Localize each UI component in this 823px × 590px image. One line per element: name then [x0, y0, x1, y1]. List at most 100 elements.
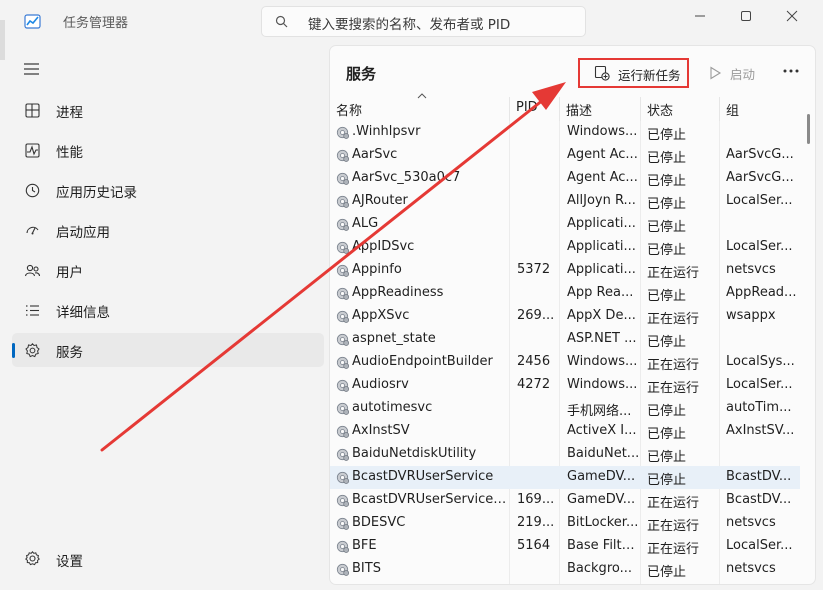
service-group: [719, 443, 800, 466]
service-name: AarSvc: [330, 144, 510, 167]
table-row[interactable]: BDESVC 219... BitLocker... 正在运行 netsvcs: [330, 512, 800, 535]
table-row[interactable]: AppReadiness App Rea... 已停止 AppRead...: [330, 282, 800, 305]
service-name: aspnet_state: [330, 328, 510, 351]
sidebar-item-label: 用户: [56, 265, 83, 281]
column-header-description[interactable]: 描述: [560, 97, 641, 121]
sidebar-item-label: 详细信息: [56, 305, 110, 321]
column-header-status[interactable]: 状态: [641, 97, 720, 121]
sidebar-item-processes[interactable]: 进程: [12, 93, 324, 127]
sidebar-item-app-history[interactable]: 应用历史记录: [12, 173, 324, 207]
table-row[interactable]: AarSvc Agent Ac... 已停止 AarSvcG...: [330, 144, 800, 167]
table-row[interactable]: BcastDVRUserService_... 169... GameDV...…: [330, 489, 800, 512]
service-gear-icon: [336, 540, 350, 553]
sidebar-item-label: 性能: [56, 145, 83, 161]
more-options-button[interactable]: [780, 60, 802, 82]
hamburger-menu-button[interactable]: [22, 60, 42, 78]
service-description: Applicati...: [567, 216, 636, 231]
sidebar-item-label: 进程: [56, 105, 83, 121]
service-pid: [510, 420, 560, 443]
minimize-button[interactable]: [677, 2, 723, 30]
run-new-task-label: 运行新任务: [618, 68, 681, 83]
service-pid: [510, 213, 560, 236]
startup-apps-icon: [24, 222, 41, 239]
table-row[interactable]: BFE 5164 Base Filte... 正在运行 LocalSer...: [330, 535, 800, 558]
sidebar-item-details[interactable]: 详细信息: [12, 293, 324, 327]
service-description: AllJoyn R...: [567, 193, 636, 208]
service-group: LocalSer...: [726, 538, 793, 553]
close-button[interactable]: [769, 2, 815, 30]
run-new-task-button[interactable]: 运行新任务: [578, 58, 689, 88]
service-name: ALG: [330, 213, 510, 236]
service-status: 正在运行: [647, 519, 700, 534]
sidebar-item-label: 服务: [56, 345, 83, 361]
service-group: LocalSer...: [726, 239, 793, 254]
service-description: Base Filte...: [567, 538, 640, 553]
table-row[interactable]: AJRouter AllJoyn R... 已停止 LocalSer...: [330, 190, 800, 213]
table-row[interactable]: .Winhlpsvr Windows... 已停止: [330, 121, 800, 144]
service-pid: 2456: [517, 354, 551, 369]
settings-button[interactable]: 设置: [12, 542, 324, 576]
service-gear-icon: [336, 172, 350, 185]
column-header-label: PID: [516, 100, 538, 115]
table-row[interactable]: AudioEndpointBuilder 2456 Windows... 正在运…: [330, 351, 800, 374]
start-service-button[interactable]: 启动: [708, 62, 768, 84]
search-input[interactable]: 键入要搜索的名称、发布者或 PID: [308, 13, 510, 33]
service-name: AppXSvc: [330, 305, 510, 328]
sidebar-item-performance[interactable]: 性能: [12, 133, 324, 167]
service-status: 已停止: [647, 220, 687, 235]
service-group: AarSvcG...: [726, 170, 794, 185]
sidebar-item-startup-apps[interactable]: 启动应用: [12, 213, 324, 247]
service-group: netsvcs: [726, 561, 776, 576]
minimize-icon: [695, 15, 705, 17]
service-gear-icon: [336, 195, 350, 208]
service-gear-icon: [336, 425, 350, 438]
column-header-group[interactable]: 组: [720, 97, 800, 121]
table-row[interactable]: AarSvc_530a0c7 Agent Ac... 已停止 AarSvcG..…: [330, 167, 800, 190]
search-box[interactable]: 键入要搜索的名称、发布者或 PID: [261, 6, 586, 37]
service-status: 已停止: [647, 151, 687, 166]
table-row[interactable]: autotimesvc 手机网络... 已停止 autoTim...: [330, 397, 800, 420]
service-status: 正在运行: [647, 496, 700, 511]
service-group: netsvcs: [726, 515, 776, 530]
table-row[interactable]: BaiduNetdiskUtility BaiduNet... 已停止: [330, 443, 800, 466]
column-header-name[interactable]: 名称: [330, 93, 510, 121]
services-icon: [24, 342, 41, 359]
vertical-scrollbar[interactable]: [807, 114, 810, 144]
service-group: AarSvcG...: [726, 147, 794, 162]
service-pid: [510, 144, 560, 167]
table-row[interactable]: BITS Backgro... 已停止 netsvcs: [330, 558, 800, 581]
column-header-pid[interactable]: PID: [510, 97, 560, 121]
service-description: App Rea...: [567, 285, 634, 300]
table-row[interactable]: AppXSvc 269... AppX De... 正在运行 wsappx: [330, 305, 800, 328]
maximize-button[interactable]: [723, 2, 769, 30]
table-row[interactable]: ALG Applicati... 已停止: [330, 213, 800, 236]
title-bar: 任务管理器 键入要搜索的名称、发布者或 PID: [0, 0, 823, 44]
service-gear-icon: [336, 379, 350, 392]
window-edge: [0, 20, 5, 60]
service-gear-icon: [336, 264, 350, 277]
sidebar-item-services[interactable]: 服务: [12, 333, 324, 367]
service-pid: 269...: [517, 308, 555, 323]
service-gear-icon: [336, 448, 350, 461]
service-pid: [510, 190, 560, 213]
table-row[interactable]: AxInstSV ActiveX I... 已停止 AxInstSV...: [330, 420, 800, 443]
service-status: 已停止: [647, 289, 687, 304]
service-gear-icon: [336, 563, 350, 576]
table-row[interactable]: Appinfo 5372 Applicati... 正在运行 netsvcs: [330, 259, 800, 282]
start-label: 启动: [730, 67, 756, 82]
close-icon: [786, 10, 798, 22]
column-header-label: 状态: [647, 104, 674, 119]
service-gear-icon: [336, 126, 350, 139]
service-pid: [510, 558, 560, 581]
table-row[interactable]: aspnet_state ASP.NET ... 已停止: [330, 328, 800, 351]
table-row[interactable]: AppIDSvc Applicati... 已停止 LocalSer...: [330, 236, 800, 259]
table-row[interactable]: Audiosrv 4272 Windows... 正在运行 LocalSer..…: [330, 374, 800, 397]
service-pid: 4272: [517, 377, 551, 392]
service-description: Backgro...: [567, 561, 632, 576]
sidebar-item-users[interactable]: 用户: [12, 253, 324, 287]
service-status: 正在运行: [647, 358, 700, 373]
service-pid: [510, 328, 560, 351]
column-header-label: 描述: [566, 104, 593, 119]
service-description: Windows...: [567, 377, 638, 392]
table-row[interactable]: BcastDVRUserService GameDV... 已停止 BcastD…: [330, 466, 800, 489]
